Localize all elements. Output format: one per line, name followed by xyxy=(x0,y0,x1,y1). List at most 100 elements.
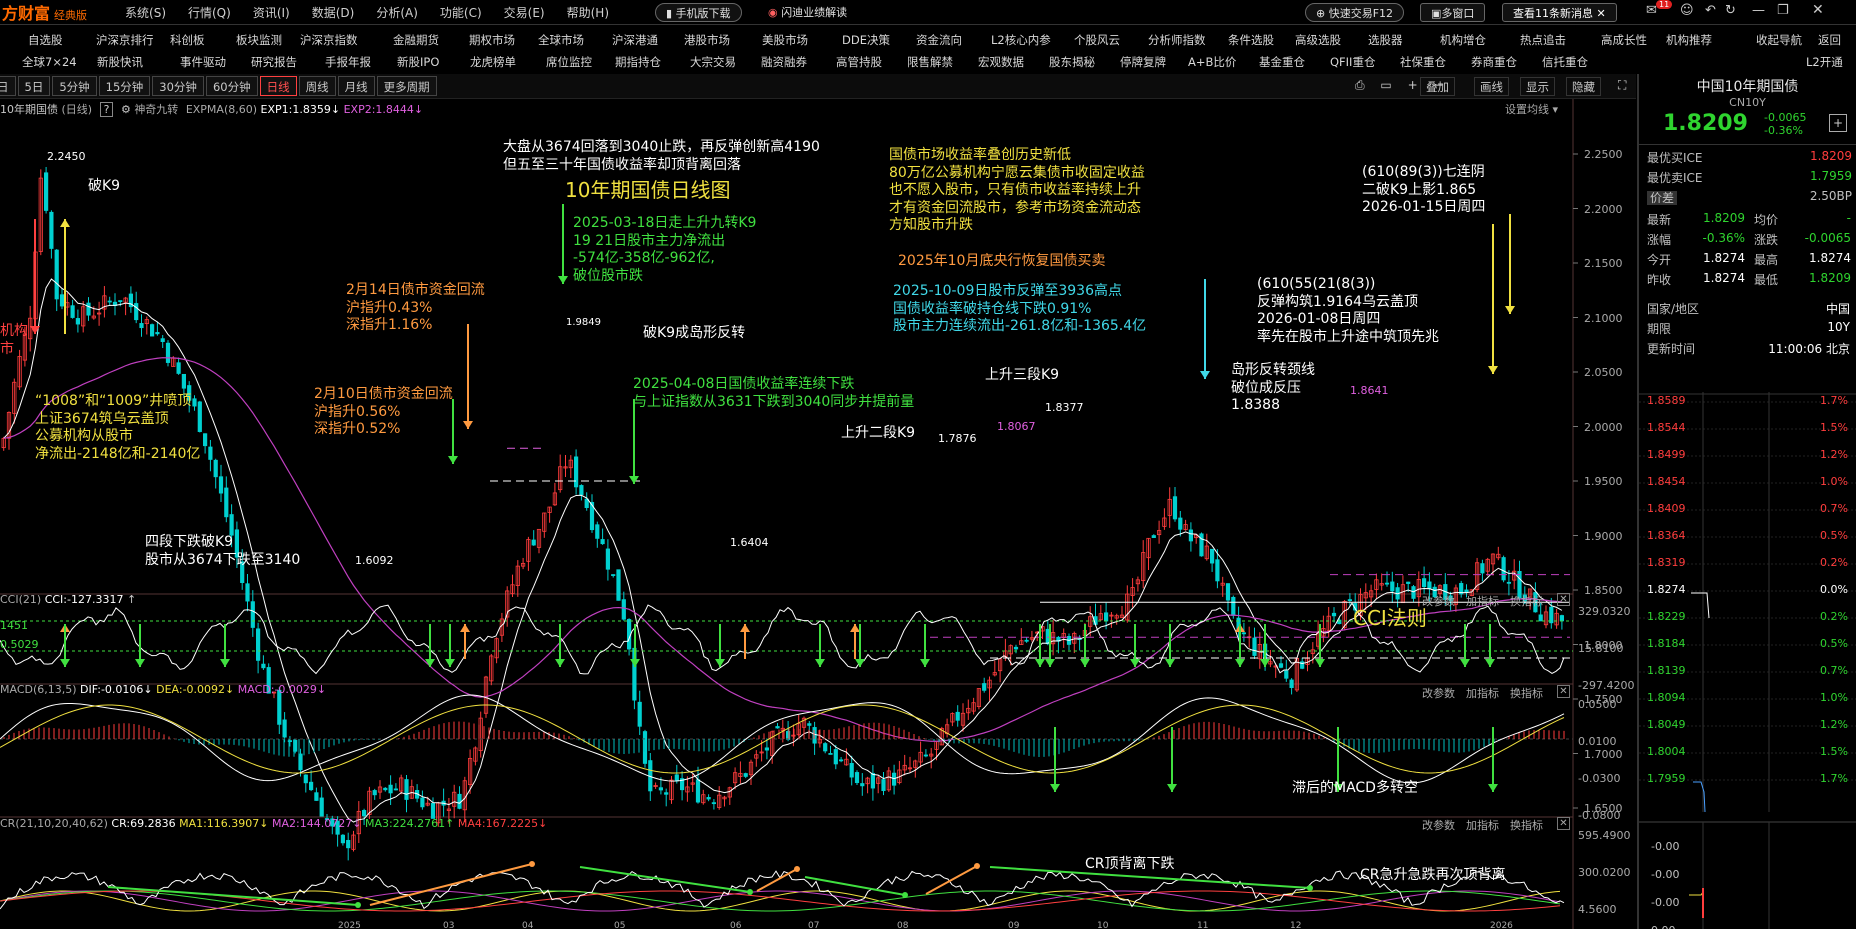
menu-item[interactable]: 交易(E) xyxy=(504,4,545,21)
nav-item[interactable]: 分析师指数 xyxy=(1148,32,1206,48)
indicator-option-button[interactable]: 加指标 xyxy=(1466,593,1499,609)
price-chart-svg[interactable] xyxy=(0,99,1636,929)
nav-item[interactable]: 高管持股 xyxy=(836,54,882,70)
chart-tool-button[interactable]: 画线 xyxy=(1474,77,1509,96)
period-button[interactable]: 5日 xyxy=(17,76,51,96)
nav-item[interactable]: 返回 xyxy=(1818,32,1841,48)
add-watchlist-button[interactable]: + xyxy=(1829,114,1847,132)
period-button[interactable]: 60分钟 xyxy=(205,76,258,96)
nav-item[interactable]: 港股市场 xyxy=(684,32,730,48)
close-icon[interactable]: ✕ xyxy=(1557,593,1570,606)
nav-item[interactable]: 美股市场 xyxy=(762,32,808,48)
multi-window-button[interactable]: ▣多窗口 xyxy=(1420,3,1486,22)
nav-item[interactable]: 期指持仓 xyxy=(615,54,661,70)
chart-tool-button[interactable]: 显示 xyxy=(1520,77,1555,96)
menu-item[interactable]: 分析(A) xyxy=(376,4,418,21)
menu-item[interactable]: 帮助(H) xyxy=(567,4,609,21)
expma-label[interactable]: EXPMA(8,60) xyxy=(186,103,257,116)
nav-item[interactable]: 收起导航 xyxy=(1756,32,1802,48)
undo-icon[interactable]: ↶ xyxy=(1705,3,1716,18)
menu-item[interactable]: 系统(S) xyxy=(125,4,166,21)
nav-item[interactable]: 融资融券 xyxy=(761,54,807,70)
close-window-icon[interactable]: ✕ xyxy=(1812,2,1824,18)
nav-item[interactable]: 手报年报 xyxy=(325,54,371,70)
help-icon[interactable]: ? xyxy=(99,102,114,117)
indicator-name[interactable]: 神奇九转 xyxy=(134,103,178,116)
nav-item[interactable]: 高级选股 xyxy=(1295,32,1341,48)
menu-item[interactable]: 行情(Q) xyxy=(188,4,231,21)
period-button[interactable]: 15分钟 xyxy=(98,76,151,96)
nav-item[interactable]: 券商重仓 xyxy=(1471,54,1517,70)
nav-item[interactable]: DDE决策 xyxy=(842,32,890,48)
menu-item[interactable]: 数据(D) xyxy=(312,4,355,21)
nav-item[interactable]: 机构推荐 xyxy=(1666,32,1712,48)
nav-item[interactable]: 沪深京指数 xyxy=(300,32,358,48)
messages-button[interactable]: 查看11条新消息 ✕ xyxy=(1502,3,1617,22)
minimize-icon[interactable]: — xyxy=(1752,3,1765,18)
period-button[interactable]: 日 xyxy=(0,76,16,96)
menu-item[interactable]: 资讯(I) xyxy=(253,4,290,21)
restore-icon[interactable]: ❐ xyxy=(1777,3,1789,18)
fullscreen-icon[interactable]: ⛶ xyxy=(1618,78,1626,93)
nav-item[interactable]: 席位监控 xyxy=(546,54,592,70)
nav-item[interactable]: 宏观数据 xyxy=(978,54,1024,70)
nav-item[interactable]: 新股快讯 xyxy=(97,54,143,70)
nav-item[interactable]: 事件驱动 xyxy=(180,54,226,70)
nav-item[interactable]: 龙虎榜单 xyxy=(470,54,516,70)
nav-item[interactable]: 停牌复牌 xyxy=(1120,54,1166,70)
indicator-option-button[interactable]: 改参数 xyxy=(1422,593,1455,609)
close-icon[interactable]: ✕ xyxy=(1557,685,1570,698)
indicator-option-button[interactable]: 改参数 xyxy=(1422,817,1455,833)
nav-item[interactable]: 新股IPO xyxy=(397,54,439,70)
nav-item[interactable]: 科创板 xyxy=(170,32,205,48)
period-button[interactable]: 周线 xyxy=(298,76,336,96)
period-button[interactable]: 日线 xyxy=(259,76,297,96)
nav-item[interactable]: 社保重仓 xyxy=(1400,54,1446,70)
nav-item[interactable]: 金融期货 xyxy=(393,32,439,48)
ma-settings-link[interactable]: 设置均线 ▾ xyxy=(1505,101,1558,117)
nav-item[interactable]: 高成长性 xyxy=(1601,32,1647,48)
nav-item[interactable]: L2核心内参 xyxy=(991,32,1051,48)
flash-news-button[interactable]: ◉ 闪迪业绩解读 xyxy=(758,3,857,22)
nav-item[interactable]: 信托重仓 xyxy=(1542,54,1588,70)
nav-item[interactable]: 选股器 xyxy=(1368,32,1403,48)
indicator-option-button[interactable]: 加指标 xyxy=(1466,817,1499,833)
nav-item[interactable]: 沪深港通 xyxy=(612,32,658,48)
nav-item[interactable]: 研究报告 xyxy=(251,54,297,70)
macd-name[interactable]: MACD(6,13,5) xyxy=(0,683,77,696)
close-icon[interactable]: ✕ xyxy=(1557,817,1570,830)
cr-name[interactable]: CR(21,10,20,40,62) xyxy=(0,817,108,830)
nav-item[interactable]: 条件选股 xyxy=(1228,32,1274,48)
nav-item[interactable]: 板块监测 xyxy=(236,32,282,48)
mobile-download-button[interactable]: ▮ 手机版下载 xyxy=(655,3,742,22)
indicator-option-button[interactable]: 换指标 xyxy=(1510,817,1543,833)
close-icon[interactable]: ✕ xyxy=(1597,7,1606,20)
nav-item[interactable]: 机构增仓 xyxy=(1440,32,1486,48)
indicator-option-button[interactable]: 换指标 xyxy=(1510,593,1543,609)
nav-item[interactable]: 股东揭秘 xyxy=(1049,54,1095,70)
zoom-controls[interactable]: ⎙ ▭ + − xyxy=(1355,78,1450,93)
chart-tool-button[interactable]: 隐藏 xyxy=(1566,77,1601,96)
nav-item[interactable]: A+B比价 xyxy=(1188,54,1236,70)
nav-item[interactable]: 基金重仓 xyxy=(1259,54,1305,70)
period-button[interactable]: 月线 xyxy=(337,76,375,96)
indicator-option-button[interactable]: 换指标 xyxy=(1510,685,1543,701)
nav-item[interactable]: L2开通 xyxy=(1806,54,1843,70)
nav-item[interactable]: 资金流向 xyxy=(916,32,962,48)
chart-area[interactable] xyxy=(0,99,1636,929)
nav-item[interactable]: QFII重仓 xyxy=(1330,54,1375,70)
indicator-option-button[interactable]: 加指标 xyxy=(1466,685,1499,701)
nav-item[interactable]: 自选股 xyxy=(28,32,63,48)
nav-item[interactable]: 大宗交易 xyxy=(690,54,736,70)
nav-item[interactable]: 热点追击 xyxy=(1520,32,1566,48)
nav-item[interactable]: 全球7×24 xyxy=(22,54,77,70)
nav-item[interactable]: 沪深京排行 xyxy=(96,32,154,48)
period-button[interactable]: 更多周期 xyxy=(376,76,437,96)
nav-item[interactable]: 期权市场 xyxy=(469,32,515,48)
period-button[interactable]: 30分钟 xyxy=(152,76,204,96)
nav-item[interactable]: 限售解禁 xyxy=(907,54,953,70)
cci-name[interactable]: CCI(21) xyxy=(0,593,41,606)
nav-item[interactable]: 全球市场 xyxy=(538,32,584,48)
nav-item[interactable]: 个股风云 xyxy=(1074,32,1120,48)
refresh-icon[interactable]: ↻ xyxy=(1725,3,1736,18)
